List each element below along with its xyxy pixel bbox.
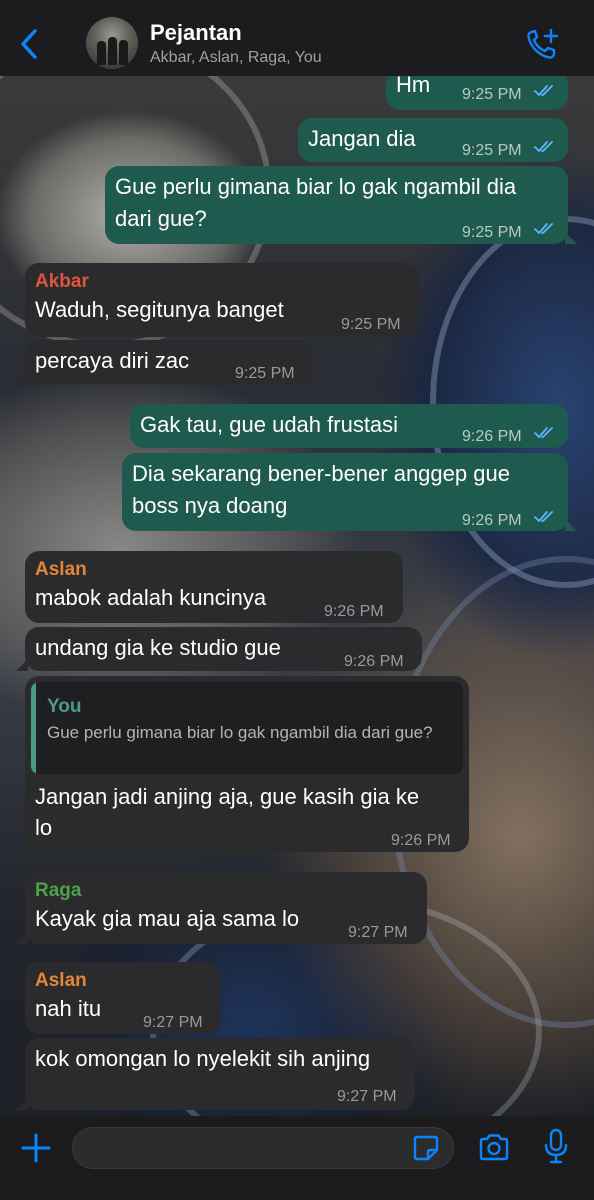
message-outgoing[interactable]: Gue perlu gimana biar lo gak ngambil dia… <box>105 166 577 244</box>
message-outgoing[interactable]: Jangan dia 9:25 PM <box>298 118 568 162</box>
chevron-left-icon <box>21 29 37 59</box>
message-time: 9:26 PM <box>462 512 522 529</box>
message-outgoing[interactable]: Dia sekarang bener-bener anggep gue boss… <box>122 453 577 531</box>
read-receipt-icon <box>534 85 553 96</box>
message-time: 9:26 PM <box>391 832 451 849</box>
composer-bar <box>0 1116 594 1200</box>
message-text: mabok adalah kuncinya <box>35 585 267 610</box>
voice-message-button[interactable] <box>542 1128 570 1166</box>
attach-button[interactable] <box>18 1130 54 1166</box>
plus-icon <box>21 1133 51 1163</box>
message-text-line: Jangan jadi anjing aja, gue kasih gia ke <box>35 784 420 809</box>
message-time: 9:25 PM <box>462 224 522 241</box>
message-incoming[interactable]: kok omongan lo nyelekit sih anjing 9:27 … <box>16 1038 415 1110</box>
message-text: undang gia ke studio gue <box>35 635 281 660</box>
message-text: Waduh, segitunya banget <box>35 297 284 322</box>
message-incoming[interactable]: Raga Kayak gia mau aja sama lo 9:27 PM <box>16 872 427 944</box>
read-receipt-icon <box>534 427 553 438</box>
quoted-sender: You <box>47 696 82 717</box>
sender-name[interactable]: Aslan <box>35 555 87 585</box>
message-text-line: lo <box>35 815 53 840</box>
sender-name[interactable]: Akbar <box>35 267 89 297</box>
message-text: percaya diri zac <box>35 348 190 373</box>
message-incoming-reply[interactable]: You Gue perlu gimana biar lo gak ngambil… <box>16 676 469 852</box>
quoted-message[interactable]: You Gue perlu gimana biar lo gak ngambil… <box>31 682 463 774</box>
back-button[interactable] <box>12 24 46 64</box>
add-call-button[interactable] <box>524 26 562 64</box>
camera-button[interactable] <box>477 1132 511 1164</box>
message-incoming[interactable]: Akbar Waduh, segitunya banget 9:25 PM <box>25 263 419 337</box>
add-call-icon <box>527 28 559 59</box>
message-incoming[interactable]: Aslan mabok adalah kuncinya 9:26 PM <box>25 551 403 623</box>
message-text: Gak tau, gue udah frustasi <box>140 412 399 437</box>
message-time: 9:26 PM <box>324 603 384 620</box>
message-time: 9:27 PM <box>143 1014 203 1031</box>
message-text-line: dari gue? <box>115 206 207 231</box>
read-receipt-icon <box>534 223 553 234</box>
message-time: 9:27 PM <box>348 924 408 941</box>
message-text: nah itu <box>35 996 102 1021</box>
quoted-text: Gue perlu gimana biar lo gak ngambil dia… <box>47 723 433 742</box>
message-incoming[interactable]: percaya diri zac 9:25 PM <box>16 340 313 384</box>
chat-participants[interactable]: Akbar, Aslan, Raga, You <box>150 49 322 67</box>
message-time: 9:26 PM <box>462 428 522 445</box>
message-time: 9:25 PM <box>235 365 295 382</box>
read-receipt-icon <box>534 141 553 152</box>
message-outgoing[interactable]: Hm 9:25 PM <box>386 76 568 110</box>
message-input[interactable] <box>72 1127 454 1169</box>
sender-name[interactable]: Raga <box>35 876 81 906</box>
message-incoming[interactable]: undang gia ke studio gue 9:26 PM <box>16 627 422 671</box>
message-time: 9:25 PM <box>341 316 401 333</box>
message-text: Jangan dia <box>308 126 416 151</box>
sender-name[interactable]: Aslan <box>35 966 87 996</box>
group-avatar[interactable] <box>86 17 138 69</box>
message-text: Kayak gia mau aja sama lo <box>35 906 300 931</box>
message-time: 9:25 PM <box>462 142 522 159</box>
message-outgoing[interactable]: Gak tau, gue udah frustasi 9:26 PM <box>130 404 568 448</box>
message-text: kok omongan lo nyelekit sih anjing <box>35 1046 371 1071</box>
message-incoming[interactable]: Aslan nah itu 9:27 PM <box>25 962 221 1034</box>
camera-icon <box>479 1134 509 1161</box>
sticker-icon <box>413 1135 439 1161</box>
message-text-line: Gue perlu gimana biar lo gak ngambil dia <box>115 174 517 199</box>
chat-background: Hm 9:25 PM Jangan dia 9:25 PM Gue perlu … <box>0 76 594 1116</box>
message-time: 9:25 PM <box>462 86 522 103</box>
microphone-icon <box>544 1128 568 1164</box>
message-time: 9:27 PM <box>337 1088 397 1105</box>
read-receipt-icon <box>534 511 553 522</box>
message-text-line: boss nya doang <box>132 493 288 518</box>
message-text-line: Dia sekarang bener-bener anggep gue <box>132 461 510 486</box>
sticker-button[interactable] <box>412 1134 440 1162</box>
message-text: Hm <box>396 76 431 97</box>
message-time: 9:26 PM <box>344 653 404 670</box>
chat-header: Pejantan Akbar, Aslan, Raga, You <box>0 0 594 76</box>
chat-title[interactable]: Pejantan <box>150 20 242 46</box>
